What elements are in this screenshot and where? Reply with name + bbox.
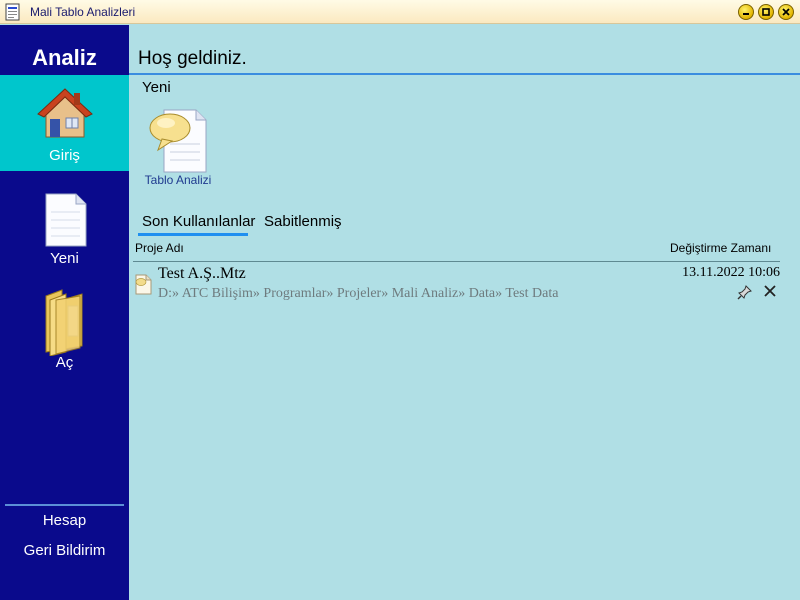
- account-link[interactable]: Hesap: [0, 512, 129, 529]
- project-path: D:» ATC Bilişim» Programlar» Projeler» M…: [158, 286, 559, 301]
- window-title: Mali Tablo Analizleri: [30, 5, 136, 19]
- sidebar: Analiz Giriş Yeni Aç Hesap Geri Bildirim: [0, 25, 129, 600]
- sidebar-item-open[interactable]: Aç: [0, 282, 129, 378]
- sidebar-item-label: Yeni: [50, 250, 79, 267]
- feedback-link[interactable]: Geri Bildirim: [0, 542, 129, 559]
- maximize-button[interactable]: [758, 4, 774, 20]
- close-button[interactable]: [778, 4, 794, 20]
- sidebar-item-label: Giriş: [49, 147, 80, 164]
- header-divider: [129, 73, 800, 75]
- minimize-button[interactable]: [738, 4, 754, 20]
- project-name: Test A.Ş..Mtz: [158, 265, 246, 282]
- house-icon: [37, 88, 93, 138]
- sidebar-item-label: Aç: [55, 354, 74, 371]
- folder-icon: [45, 289, 83, 356]
- new-section-label: Yeni: [142, 79, 171, 96]
- main-header: Hoş geldiniz.: [129, 25, 800, 75]
- tab-recent[interactable]: Son Kullanılanlar: [142, 213, 255, 230]
- project-modified: 13.11.2022 10:06: [682, 265, 780, 280]
- app-icon: [5, 3, 20, 21]
- maximize-icon: [762, 8, 770, 16]
- remove-icon[interactable]: [762, 283, 778, 299]
- blank-document-icon: [45, 193, 87, 247]
- sidebar-item-home[interactable]: Giriş: [0, 75, 129, 171]
- column-divider: [133, 261, 780, 262]
- active-tab-indicator: [138, 233, 248, 236]
- list-item[interactable]: Test A.Ş..Mtz D:» ATC Bilişim» Programla…: [131, 263, 780, 305]
- document-speech-bubble-icon: [149, 109, 207, 173]
- pin-icon[interactable]: [737, 284, 753, 300]
- title-bar: Mali Tablo Analizleri: [0, 0, 800, 24]
- sidebar-item-new[interactable]: Yeni: [0, 180, 129, 276]
- column-header-modified: Değiştirme Zamanı: [670, 241, 772, 255]
- minimize-icon: [743, 13, 749, 15]
- tab-pinned[interactable]: Sabitlenmiş: [264, 213, 342, 230]
- column-header-project-name: Proje Adı: [135, 241, 184, 255]
- sidebar-divider: [5, 504, 124, 506]
- close-icon: [782, 8, 790, 16]
- template-tile-table-analysis[interactable]: Tablo Analizi: [140, 104, 216, 192]
- sidebar-title: Analiz: [32, 45, 97, 70]
- project-file-icon: [135, 274, 152, 295]
- template-label: Tablo Analizi: [144, 173, 212, 187]
- page-title: Hoş geldiniz.: [138, 48, 247, 69]
